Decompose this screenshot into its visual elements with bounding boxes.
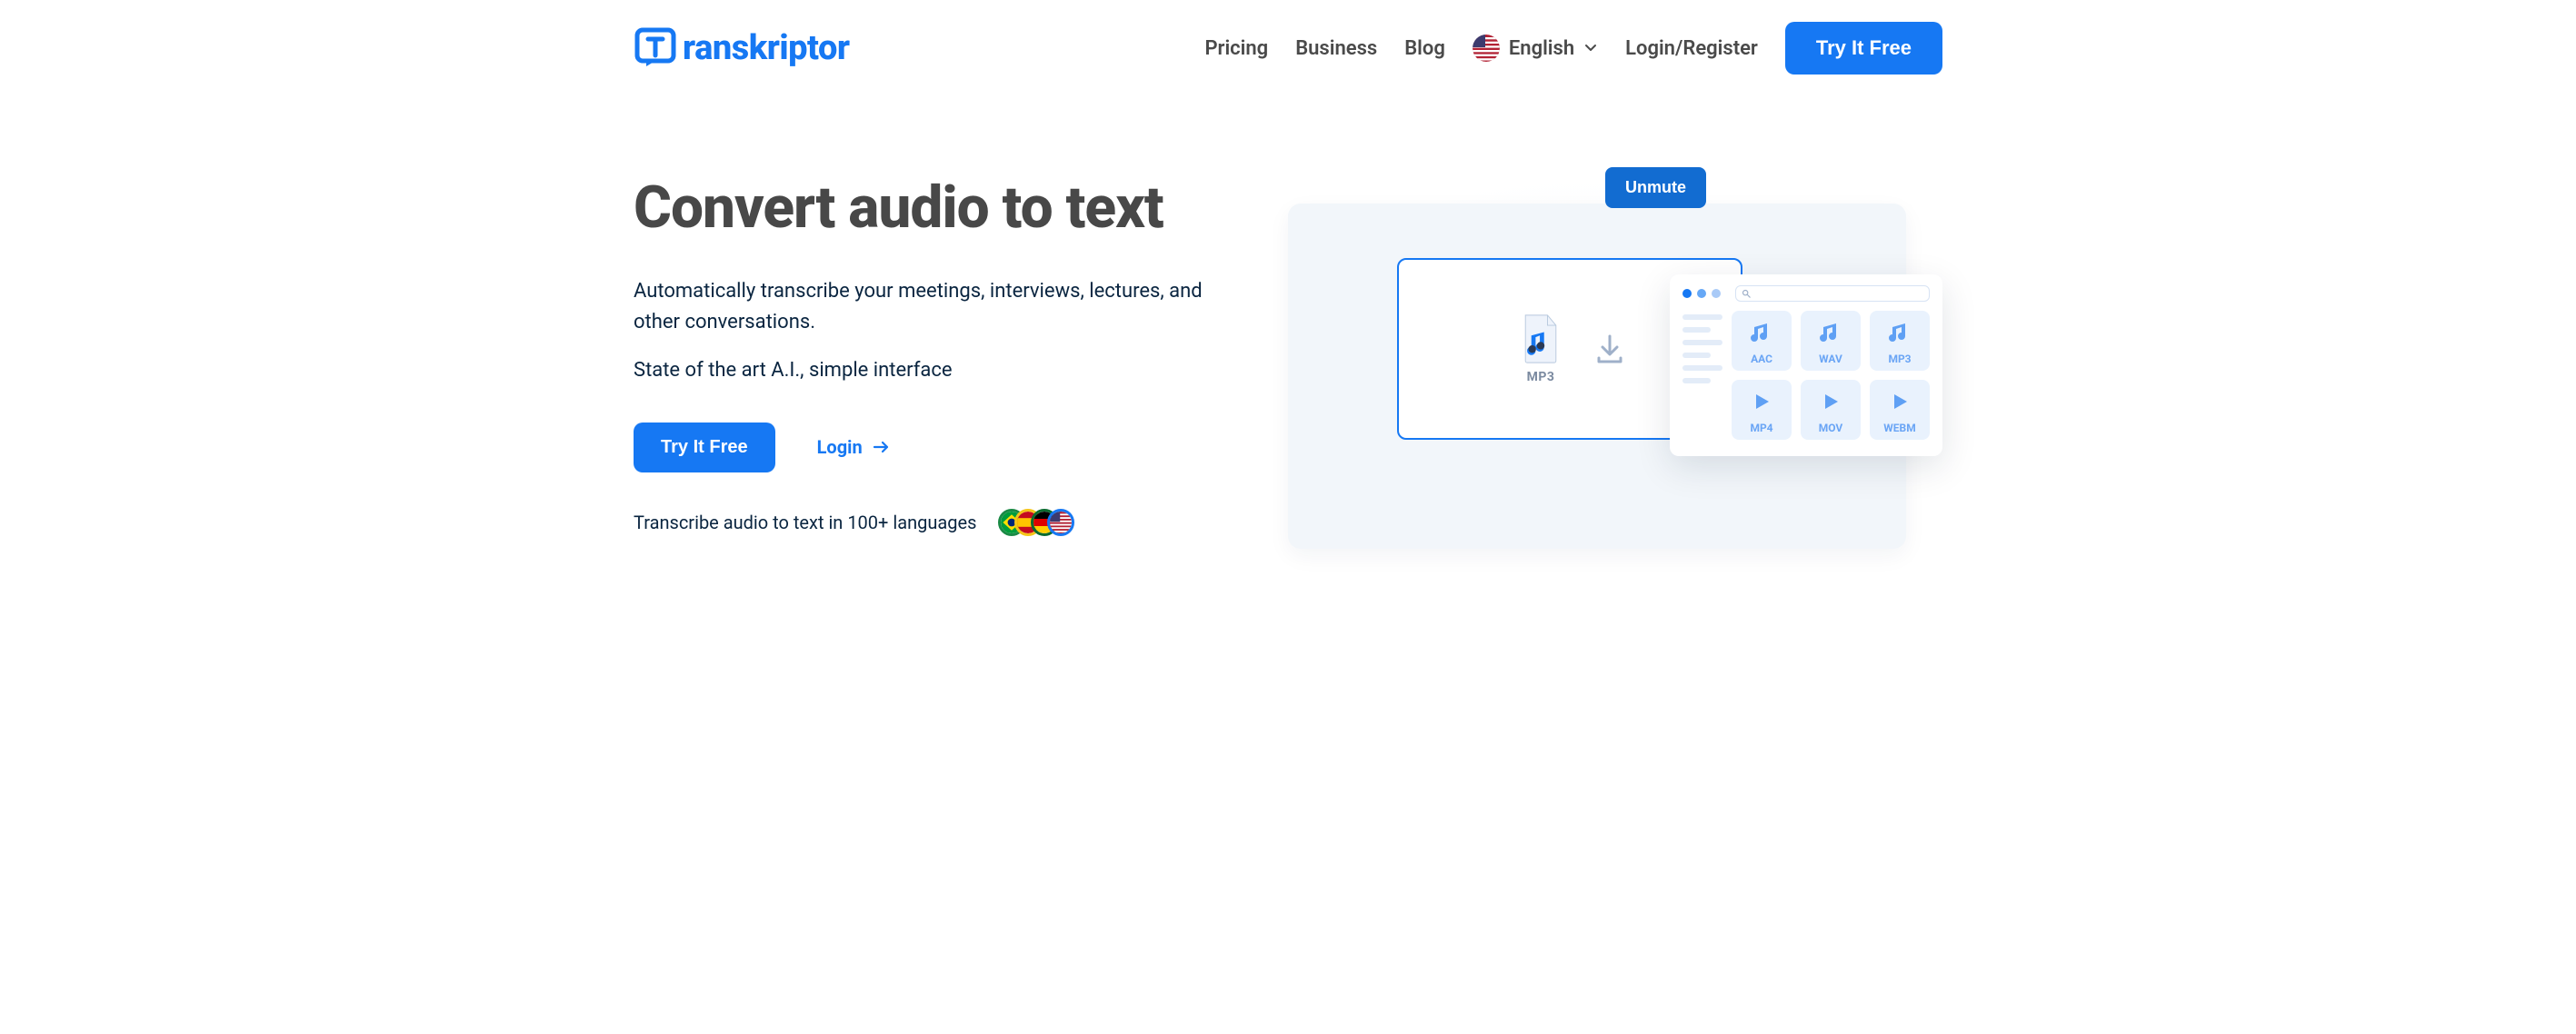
music-note-icon <box>1749 320 1774 349</box>
placeholder-line <box>1682 378 1711 383</box>
format-tile[interactable]: WEBM <box>1870 380 1930 440</box>
languages-text: Transcribe audio to text in 100+ languag… <box>634 512 976 533</box>
panel-search <box>1735 285 1930 302</box>
format-tile[interactable]: MP3 <box>1870 311 1930 371</box>
flag-us-icon <box>1473 35 1500 62</box>
format-tile[interactable]: MOV <box>1801 380 1861 440</box>
panel-top <box>1682 285 1930 302</box>
hero-cta-button[interactable]: Try It Free <box>634 423 775 472</box>
hero-login-link[interactable]: Login <box>817 436 892 458</box>
logo-text: ranskriptor <box>683 28 850 68</box>
play-icon <box>1887 389 1912 418</box>
window-dot-icon <box>1697 289 1706 298</box>
nav-business[interactable]: Business <box>1295 37 1377 60</box>
nav-login-register[interactable]: Login/Register <box>1625 37 1758 60</box>
format-tile[interactable]: WAV <box>1801 311 1861 371</box>
format-tile-label: WEBM <box>1883 422 1915 434</box>
top-nav: ranskriptor Pricing Business Blog <box>634 0 1942 104</box>
flag-us-icon <box>1047 509 1074 536</box>
nav-cta-button[interactable]: Try It Free <box>1785 22 1942 75</box>
nav-right: Pricing Business Blog English <box>1204 22 1942 75</box>
language-label: English <box>1509 37 1574 60</box>
panel-lines <box>1682 311 1722 440</box>
hero-sub-1: Automatically transcribe your meetings, … <box>634 276 1252 338</box>
placeholder-line <box>1682 327 1711 333</box>
languages-row: Transcribe audio to text in 100+ languag… <box>634 509 1252 536</box>
chevron-down-icon <box>1583 41 1598 55</box>
format-tile-label: MP3 <box>1888 353 1911 365</box>
format-tile[interactable]: AAC <box>1732 311 1792 371</box>
placeholder-line <box>1682 314 1722 320</box>
hero-sub-2: State of the art A.I., simple interface <box>634 355 1252 386</box>
file-mp3-label: MP3 <box>1527 370 1555 384</box>
file-mp3-icon: MP3 <box>1512 313 1570 384</box>
format-tile-label: MOV <box>1819 422 1843 434</box>
window-dot-icon <box>1712 289 1721 298</box>
placeholder-line <box>1682 365 1722 371</box>
hero: Convert audio to text Automatically tran… <box>634 104 1942 549</box>
music-note-icon <box>1818 320 1843 349</box>
nav-pricing[interactable]: Pricing <box>1204 37 1268 60</box>
logo[interactable]: ranskriptor <box>634 26 850 70</box>
hero-login-label: Login <box>817 436 863 458</box>
play-icon <box>1749 389 1774 418</box>
formats-panel: AAC WAV MP3 MP4 MOV WEBM <box>1670 274 1942 456</box>
hero-left: Convert audio to text Automatically tran… <box>634 158 1252 536</box>
play-icon <box>1818 389 1843 418</box>
format-tile-label: MP4 <box>1750 422 1772 434</box>
hero-illustration: Unmute MP3 <box>1288 158 1942 549</box>
search-icon <box>1742 289 1751 298</box>
logo-mark-icon <box>634 26 677 70</box>
hero-title: Convert audio to text <box>634 176 1252 240</box>
hero-ctas: Try It Free Login <box>634 423 1252 472</box>
placeholder-line <box>1682 340 1722 345</box>
music-note-icon <box>1887 320 1912 349</box>
placeholder-line <box>1682 353 1711 358</box>
arrow-right-icon <box>872 437 892 457</box>
panel-body: AAC WAV MP3 MP4 MOV WEBM <box>1682 311 1930 440</box>
format-tile-label: AAC <box>1751 353 1772 365</box>
download-icon <box>1592 331 1628 367</box>
format-tile[interactable]: MP4 <box>1732 380 1792 440</box>
format-tile-label: WAV <box>1819 353 1842 365</box>
language-selector[interactable]: English <box>1473 35 1598 62</box>
nav-blog[interactable]: Blog <box>1404 37 1445 60</box>
format-tile-grid: AAC WAV MP3 MP4 MOV WEBM <box>1732 311 1930 440</box>
flag-stack <box>998 509 1074 536</box>
window-dot-icon <box>1682 289 1692 298</box>
unmute-button[interactable]: Unmute <box>1605 167 1706 208</box>
illustration-card: MP3 <box>1288 204 1906 549</box>
